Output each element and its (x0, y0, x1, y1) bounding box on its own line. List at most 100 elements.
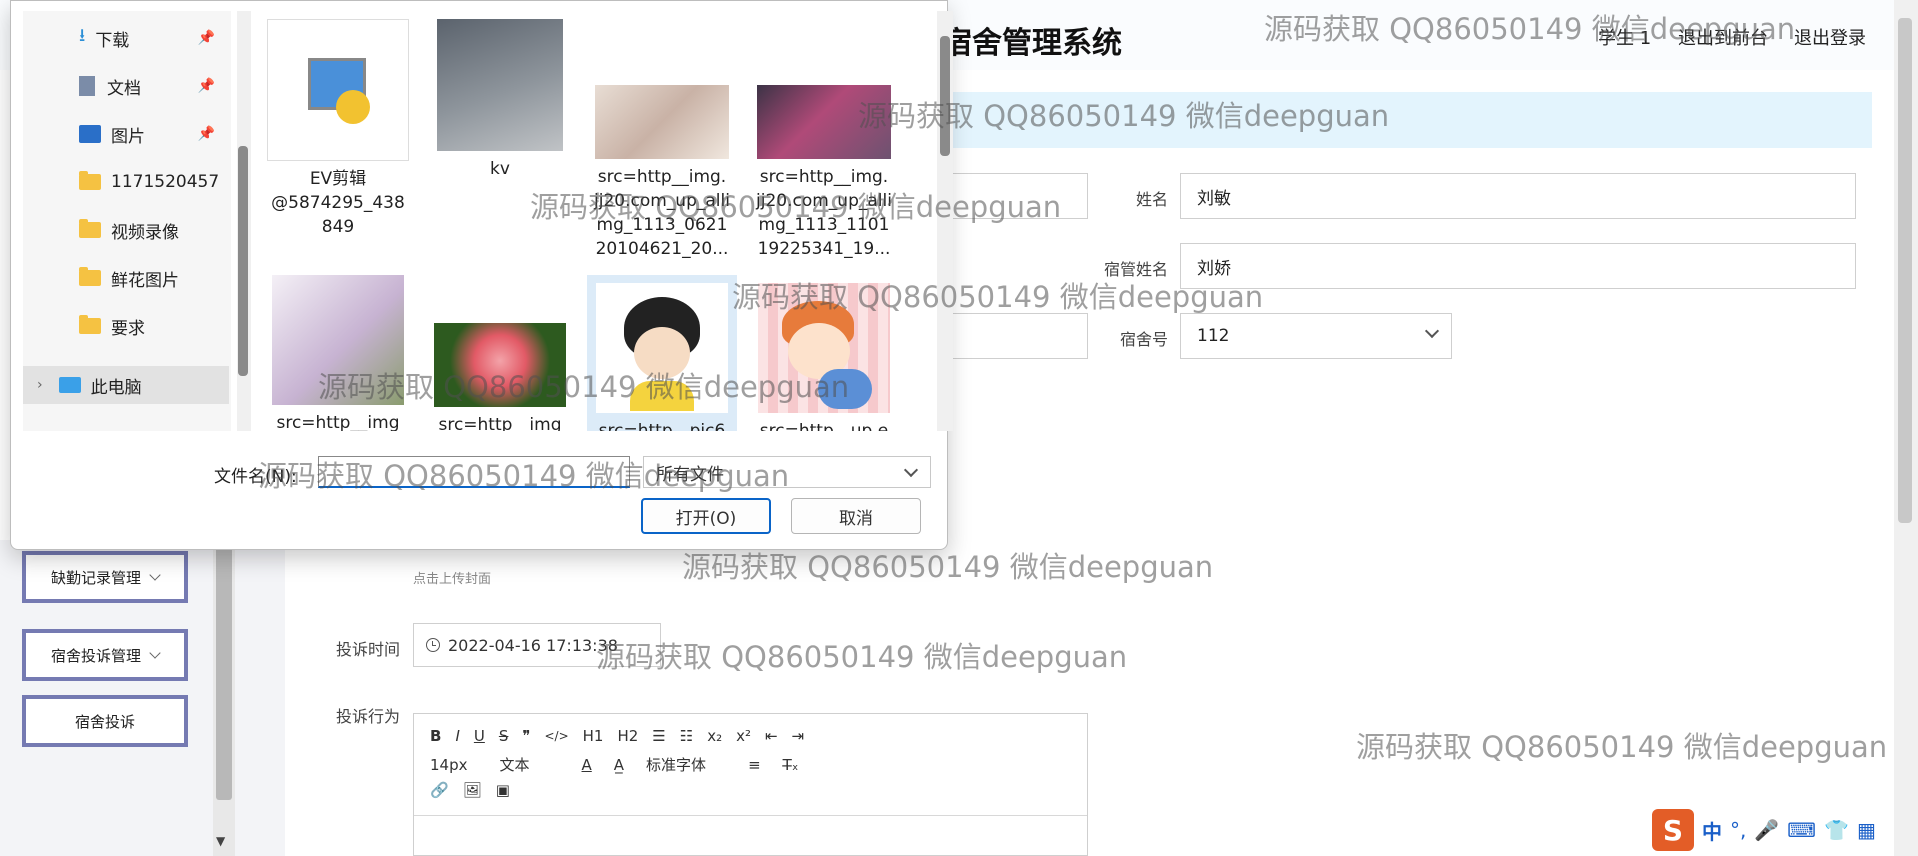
editor-toolbar-row-3: 🔗 🖼 ▣ (430, 781, 510, 799)
file-tile[interactable]: src=http__img. jj20.com_up_alli mg_1113_… (749, 85, 899, 261)
nav-item-folder-1171520457[interactable]: 1171520457 (23, 163, 229, 201)
filename-input[interactable] (318, 456, 630, 488)
keyboard-icon[interactable]: ⌨ (1787, 818, 1816, 842)
font-family-select[interactable]: 标准字体 (646, 754, 706, 775)
name-input[interactable]: 刘敏 (1180, 173, 1856, 219)
file-name: src=http__img (276, 413, 400, 431)
nav-item-pictures[interactable]: 图片 📌 (23, 115, 229, 153)
sidebar-scroll-thumb[interactable] (216, 540, 232, 800)
sogou-logo-icon[interactable]: S (1652, 809, 1694, 851)
file-name: src=http__up.e (759, 421, 889, 431)
hidden-field-1[interactable] (930, 173, 1088, 219)
back-to-front-link[interactable]: 退出到前台 (1678, 24, 1768, 50)
chevron-down-icon (149, 569, 161, 581)
nav-item-documents[interactable]: 文档 📌 (23, 67, 229, 105)
file-tile[interactable]: src=http__img (425, 323, 575, 431)
file-name: src=http__pic6 (598, 421, 726, 431)
nav-item-this-pc[interactable]: › 此电脑 (23, 366, 229, 404)
time-picker[interactable]: 2022-04-16 17:13:38 (413, 623, 661, 667)
nav-item-folder-requirements[interactable]: 要求 (23, 307, 229, 345)
document-icon (79, 76, 95, 96)
filetype-select[interactable]: 所有文件 (643, 456, 931, 488)
behavior-label: 投诉行为 (336, 707, 401, 726)
rich-text-editor[interactable]: B I U S ❞ </> H1 H2 ☰ ☷ x₂ x² ⇤ ⇥ 14px 文… (413, 713, 1088, 856)
font-size-select[interactable]: 14px (430, 756, 468, 774)
file-tile[interactable]: kv (425, 19, 575, 181)
file-tile-selected[interactable]: src=http__pic6 (587, 275, 737, 431)
clear-format-icon[interactable]: T̶ₓ (783, 756, 799, 774)
file-open-dialog: ⭳ 下载 📌 文档 📌 图片 📌 1171520457 视频录像 鲜花图片 要求… (10, 0, 953, 550)
background-color-icon[interactable]: A̲ (614, 756, 624, 774)
pin-icon: 📌 (197, 78, 215, 94)
underline-button[interactable]: U (474, 727, 485, 745)
sidebar-item-complaint[interactable]: 宿舍投诉 (22, 695, 188, 747)
computer-icon (58, 377, 81, 393)
outdent-button[interactable]: ⇤ (765, 727, 778, 745)
dorm-no-select[interactable]: 112 (1180, 313, 1452, 359)
upload-hint[interactable]: 点击上传封面 (413, 568, 491, 587)
nav-item-folder-flowers[interactable]: 鲜花图片 (23, 259, 229, 297)
font-color-icon[interactable]: A (582, 756, 592, 774)
nav-item-folder-videos[interactable]: 视频录像 (23, 211, 229, 249)
nav-scroll-thumb[interactable] (238, 146, 248, 376)
chevron-right-icon[interactable]: › (37, 377, 43, 393)
italic-button[interactable]: I (455, 727, 459, 745)
sidebar-item-label: 缺勤记录管理 (50, 568, 141, 587)
logout-link[interactable]: 退出登录 (1794, 24, 1866, 50)
skin-icon[interactable]: 👕 (1824, 818, 1849, 842)
editor-body[interactable] (414, 815, 1087, 856)
page-scroll-thumb[interactable] (1898, 18, 1912, 523)
microphone-icon[interactable]: 🎤 (1754, 818, 1779, 842)
superscript-button[interactable]: x² (736, 727, 751, 745)
nav-item-label: 鲜花图片 (111, 270, 179, 291)
link-icon[interactable]: 🔗 (430, 781, 449, 799)
car-photo-thumbnail (437, 19, 563, 151)
sidebar-item-absence[interactable]: 缺勤记录管理 (22, 551, 188, 603)
scroll-down-arrow-icon[interactable]: ▼ (216, 834, 225, 848)
quote-button[interactable]: ❞ (522, 727, 530, 745)
bouquet-box-thumbnail (272, 275, 404, 405)
folder-icon (79, 219, 101, 238)
code-button[interactable]: </> (544, 729, 568, 743)
editor-toolbar-row-2: 14px 文本 A A̲ 标准字体 ≡ T̶ₓ (430, 754, 798, 775)
dorm-manager-input[interactable]: 刘娇 (1180, 243, 1856, 289)
filename-label: 文件名(N): (214, 467, 297, 487)
sidebar-item-label: 宿舍投诉管理 (50, 646, 141, 665)
nav-item-label: 要求 (111, 318, 145, 339)
h1-button[interactable]: H1 (583, 727, 604, 745)
ime-toolbar: S 中 °, 🎤 ⌨ 👕 ▦ (1652, 808, 1914, 852)
ordered-list-button[interactable]: ☰ (652, 727, 665, 745)
pin-icon: 📌 (197, 30, 215, 46)
ime-mode-toggle[interactable]: 中 (1702, 816, 1722, 845)
grid-scroll-thumb[interactable] (940, 36, 950, 156)
toolbox-icon[interactable]: ▦ (1857, 818, 1876, 842)
indent-button[interactable]: ⇥ (792, 727, 805, 745)
open-button[interactable]: 打开(O) (641, 498, 771, 534)
subscript-button[interactable]: x₂ (707, 727, 722, 745)
file-tile[interactable]: src=http__img. jj20.com_up_alli mg_1113_… (587, 85, 737, 261)
align-icon[interactable]: ≡ (748, 756, 761, 774)
image-icon[interactable]: 🖼 (463, 781, 482, 799)
file-name: src=http__img (438, 415, 562, 431)
h2-button[interactable]: H2 (617, 727, 638, 745)
cancel-button[interactable]: 取消 (791, 498, 921, 534)
nav-item-label: 视频录像 (111, 222, 179, 243)
file-name: src=http__img. jj20.com_up_alli mg_1113_… (594, 167, 730, 259)
strike-button[interactable]: S (499, 727, 509, 745)
user-link[interactable]: 学生 1 (1598, 24, 1651, 50)
nav-item-label: 文档 (107, 78, 141, 99)
punctuation-toggle[interactable]: °, (1730, 818, 1746, 842)
video-icon[interactable]: ▣ (496, 781, 510, 799)
hidden-field-2[interactable] (930, 313, 1088, 359)
bullet-list-button[interactable]: ☷ (680, 727, 693, 745)
pin-icon: 📌 (197, 126, 215, 142)
bold-button[interactable]: B (430, 727, 441, 745)
file-tile[interactable]: EV剪辑 @5874295_438 849 (263, 19, 413, 239)
nav-item-downloads[interactable]: ⭳ 下载 📌 (23, 19, 229, 57)
file-tile[interactable]: src=http__img (263, 275, 413, 431)
file-name: src=http__img. jj20.com_up_alli mg_1113_… (756, 167, 892, 259)
paragraph-select[interactable]: 文本 (500, 754, 530, 775)
sidebar-item-complaint-mgmt[interactable]: 宿舍投诉管理 (22, 629, 188, 681)
installer-icon (267, 19, 409, 161)
file-tile[interactable]: src=http__up.e (749, 283, 899, 431)
